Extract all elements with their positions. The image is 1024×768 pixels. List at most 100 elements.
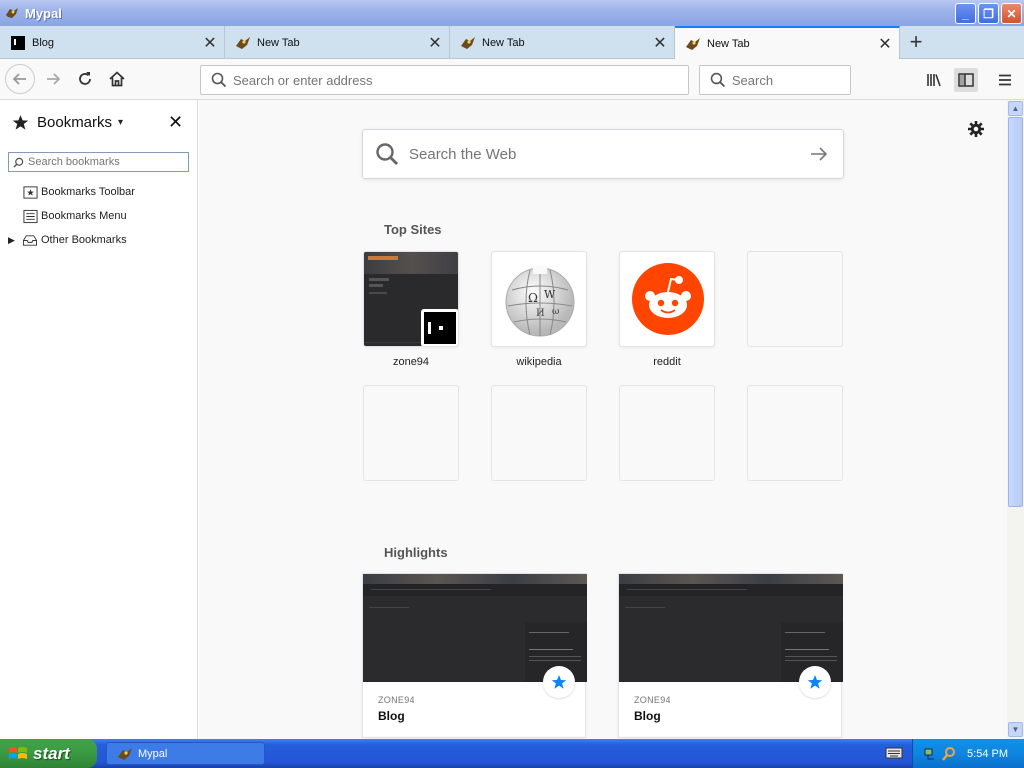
top-site-wikipedia[interactable]: Ω W И ω wikipedia	[491, 251, 587, 368]
sidebar-item-label: Other Bookmarks	[41, 234, 127, 246]
top-site-tile[interactable]	[363, 251, 459, 347]
window-titlebar[interactable]: Mypal _ ❐ ✕	[0, 0, 1024, 26]
sidebar-toggle-button[interactable]	[954, 68, 978, 92]
taskbar-item-label: Mypal	[138, 747, 168, 760]
search-icon	[710, 72, 726, 88]
tab-new-tab[interactable]: New Tab ✕	[225, 26, 450, 59]
search-input[interactable]	[731, 72, 850, 88]
bookmarks-menu-icon	[22, 208, 38, 224]
close-icon: ✕	[1006, 6, 1017, 21]
top-site-reddit[interactable]: reddit	[619, 251, 715, 368]
mypal-app-icon	[6, 8, 18, 18]
bookmarks-sidebar: Bookmarks ▾ ✕ Bookmarks Toolbar Bookmark…	[0, 100, 198, 739]
minimize-button[interactable]: _	[955, 3, 976, 24]
forward-button[interactable]	[38, 65, 68, 93]
empty-tile[interactable]	[747, 251, 843, 347]
search-tray-icon[interactable]	[941, 746, 957, 762]
sidebar-item-bookmarks-menu[interactable]: Bookmarks Menu	[0, 204, 197, 228]
address-bar[interactable]	[200, 65, 689, 95]
highlight-card[interactable]: ZONE94 Blog	[362, 573, 587, 738]
mypal-favicon	[461, 36, 475, 49]
top-site-empty[interactable]	[747, 385, 843, 481]
sidebar-icon	[958, 73, 974, 87]
back-button[interactable]	[5, 64, 35, 94]
highlight-title: Blog	[378, 709, 405, 723]
sidebar-close-button[interactable]: ✕	[168, 112, 183, 133]
hamburger-menu-icon	[999, 74, 1011, 86]
svg-text:ω: ω	[552, 307, 559, 317]
search-bar[interactable]	[699, 65, 851, 95]
svg-text:И: И	[536, 308, 545, 319]
chevron-down-icon: ▾	[118, 116, 124, 128]
highlight-card[interactable]: ZONE94 Blog	[618, 573, 843, 738]
reload-button[interactable]	[70, 65, 100, 93]
empty-tile[interactable]	[619, 385, 715, 481]
web-search-box[interactable]	[362, 129, 844, 179]
empty-tile[interactable]	[363, 385, 459, 481]
bookmark-star-button[interactable]	[799, 666, 831, 698]
address-input[interactable]	[233, 72, 639, 88]
top-site-label: zone94	[392, 356, 430, 368]
tab-close-icon[interactable]: ✕	[421, 33, 449, 53]
system-tray: 5:54 PM	[912, 739, 1024, 768]
tab-title: Blog	[32, 36, 55, 49]
keyboard-icon[interactable]	[885, 746, 903, 760]
top-site-empty[interactable]	[491, 385, 587, 481]
gear-icon	[968, 121, 984, 137]
start-button[interactable]: start	[0, 739, 97, 768]
home-button[interactable]	[102, 65, 132, 93]
bookmarks-toolbar-icon	[22, 184, 38, 200]
tab-blog[interactable]: Blog ✕	[0, 26, 225, 59]
arrow-right-icon[interactable]	[809, 144, 829, 164]
empty-tile[interactable]	[491, 385, 587, 481]
new-tab-button[interactable]: +	[903, 30, 929, 56]
other-bookmarks-icon	[22, 232, 38, 248]
tab-title: New Tab	[257, 36, 300, 49]
svg-text:Ω: Ω	[528, 291, 538, 305]
bookmarks-search-field[interactable]	[8, 152, 189, 172]
tab-new-tab-active[interactable]: New Tab ✕	[675, 26, 900, 60]
maximize-icon: ❐	[983, 6, 994, 21]
search-icon	[211, 72, 227, 88]
reload-icon	[79, 72, 91, 85]
empty-tile[interactable]	[747, 385, 843, 481]
scroll-down-button[interactable]: ▼	[1008, 722, 1023, 737]
windows-logo-icon	[9, 746, 27, 759]
web-search-input[interactable]	[409, 145, 789, 163]
top-site-empty[interactable]	[619, 385, 715, 481]
tab-close-icon[interactable]: ✕	[646, 33, 674, 53]
star-icon	[551, 675, 567, 689]
close-window-button[interactable]: ✕	[1001, 3, 1022, 24]
customize-button[interactable]	[967, 120, 985, 141]
minimize-icon: _	[962, 6, 969, 21]
tab-title: New Tab	[707, 38, 750, 50]
tab-close-icon[interactable]: ✕	[871, 34, 899, 54]
vertical-scrollbar[interactable]: ▲ ▼	[1007, 100, 1024, 739]
top-site-tile[interactable]	[619, 251, 715, 347]
top-site-tile[interactable]: Ω W И ω	[491, 251, 587, 347]
top-site-empty[interactable]	[363, 385, 459, 481]
taskbar-item-mypal[interactable]: Mypal	[106, 742, 265, 765]
tab-close-icon[interactable]: ✕	[196, 33, 224, 53]
scroll-up-button[interactable]: ▲	[1008, 101, 1023, 116]
scroll-thumb[interactable]	[1008, 117, 1023, 507]
expand-twisty-icon[interactable]: ▶	[8, 235, 15, 246]
sidebar-item-other-bookmarks[interactable]: ▶ Other Bookmarks	[0, 228, 197, 252]
network-icon[interactable]	[923, 746, 939, 762]
sidebar-item-bookmarks-toolbar[interactable]: Bookmarks Toolbar	[0, 180, 197, 204]
bookmark-star-button[interactable]	[543, 666, 575, 698]
star-icon	[12, 114, 29, 130]
bookmarks-search-input[interactable]	[28, 156, 178, 168]
window-title: Mypal	[25, 5, 62, 21]
home-icon	[109, 71, 125, 87]
taskbar: start Mypal 5:54 PM	[0, 739, 1024, 768]
top-site-empty[interactable]	[747, 251, 843, 347]
menu-button[interactable]	[993, 68, 1017, 92]
reddit-logo-icon	[632, 263, 704, 335]
maximize-button[interactable]: ❐	[978, 3, 999, 24]
star-icon	[807, 675, 823, 689]
library-button[interactable]	[922, 68, 946, 92]
sidebar-title: Bookmarks	[37, 113, 113, 131]
tab-new-tab[interactable]: New Tab ✕	[450, 26, 675, 59]
top-site-zone94[interactable]: zone94	[363, 251, 459, 368]
